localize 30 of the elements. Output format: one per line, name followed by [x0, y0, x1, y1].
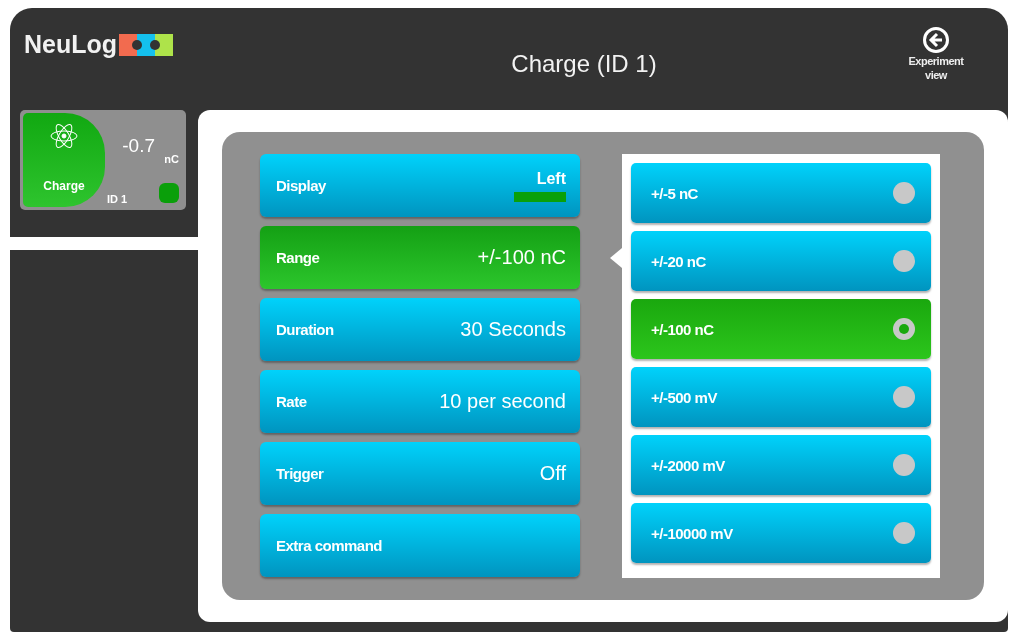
- sensor-id: ID 1: [107, 193, 128, 205]
- experiment-view-button[interactable]: Experiment view: [904, 26, 968, 82]
- sensor-unit: nC: [164, 153, 179, 165]
- display-color-bar: [514, 191, 566, 202]
- setting-button[interactable]: Display Left: [260, 154, 580, 217]
- radio-button[interactable]: [893, 182, 915, 204]
- range-option[interactable]: +/-2000 mV: [631, 435, 931, 495]
- sensor-value: -0.7: [122, 135, 155, 157]
- setting-button[interactable]: Extra command: [260, 514, 580, 577]
- range-option[interactable]: +/-5 nC: [631, 163, 931, 223]
- radio-button[interactable]: [893, 522, 915, 544]
- range-option[interactable]: +/-100 nC: [631, 299, 931, 359]
- status-indicator: [159, 183, 179, 203]
- setting-button[interactable]: Range +/-100 nC: [260, 226, 580, 289]
- range-option[interactable]: +/-10000 mV: [631, 503, 931, 563]
- range-option[interactable]: +/-500 mV: [631, 367, 931, 427]
- radio-button[interactable]: [893, 250, 915, 272]
- logo-icon: [119, 33, 174, 56]
- radio-button[interactable]: [893, 386, 915, 408]
- atom-icon: [49, 121, 79, 151]
- setting-button[interactable]: Trigger Off: [260, 442, 580, 505]
- logo-text: NeuLog: [24, 30, 118, 59]
- radio-button[interactable]: [893, 454, 915, 476]
- sensor-card[interactable]: Charge -0.7 nC ID 1: [20, 110, 186, 210]
- window-title: Charge (ID 1): [510, 50, 658, 78]
- setting-button[interactable]: Rate 10 per second: [260, 370, 580, 433]
- sensor-name: Charge: [43, 179, 85, 193]
- radio-button[interactable]: [893, 318, 915, 340]
- range-option[interactable]: +/-20 nC: [631, 231, 931, 291]
- setting-button[interactable]: Duration 30 Seconds: [260, 298, 580, 361]
